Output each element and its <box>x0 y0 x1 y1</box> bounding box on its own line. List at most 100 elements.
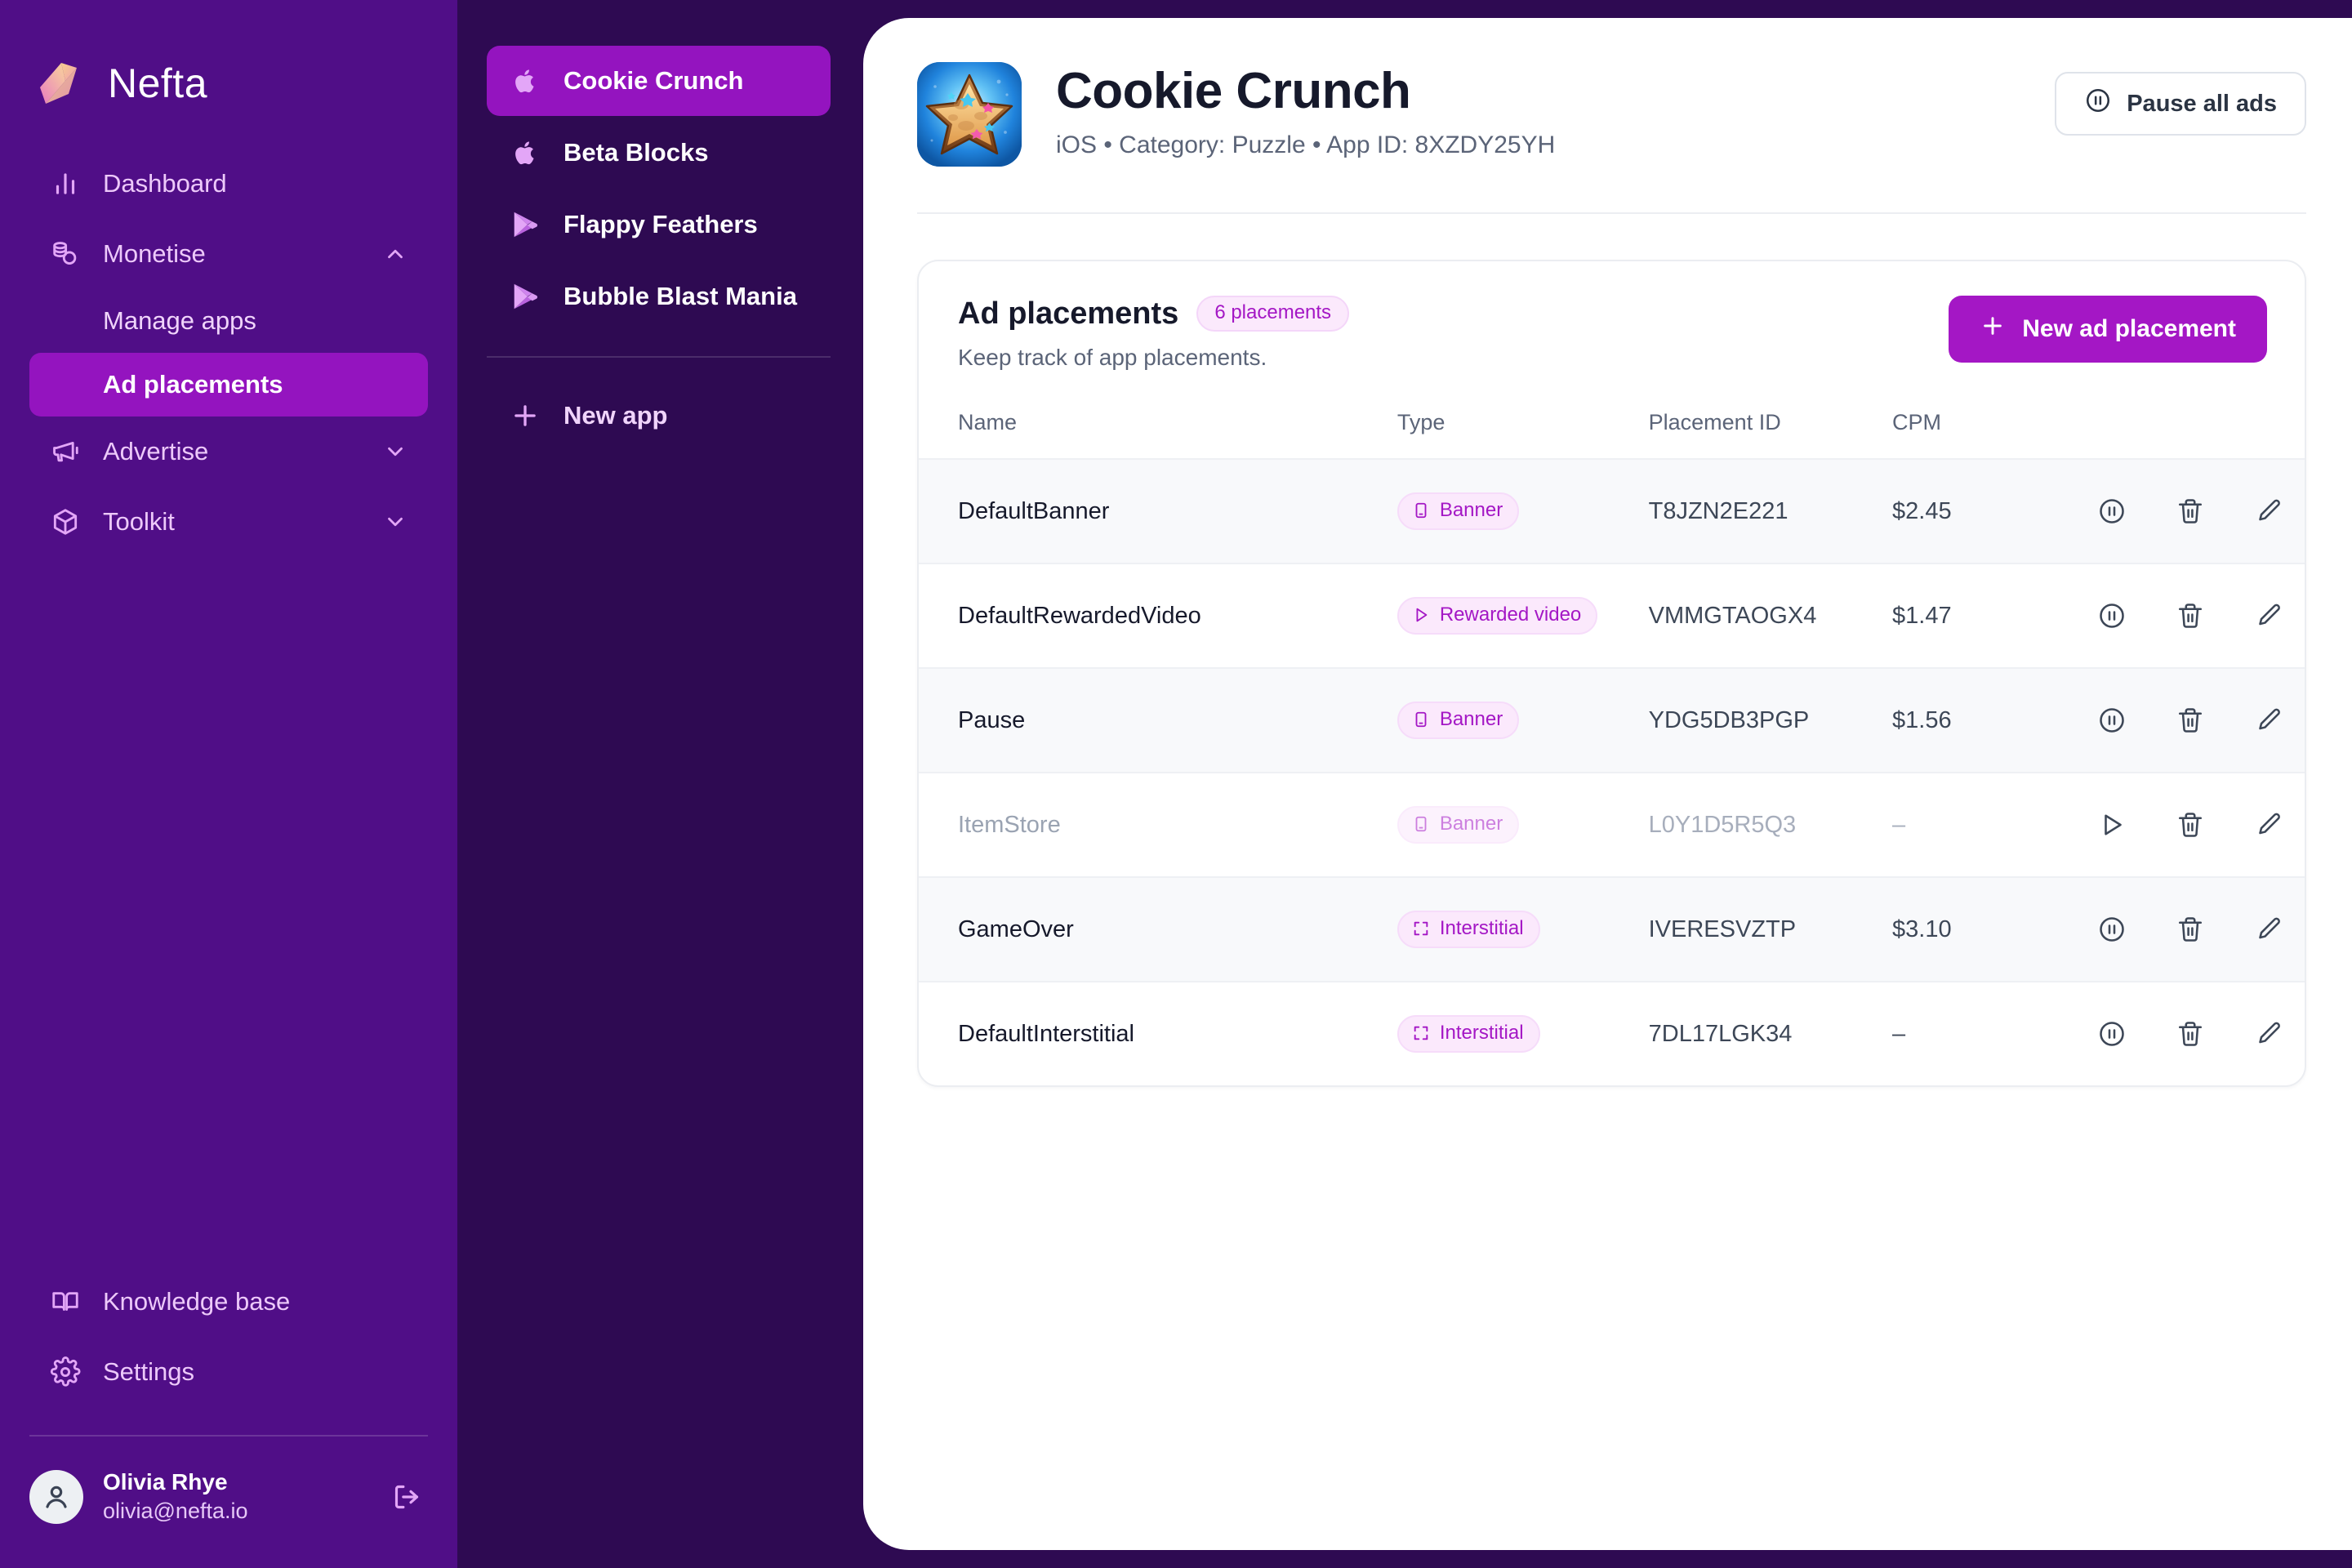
cell-name: GameOver <box>958 915 1074 942</box>
new-ad-placement-button[interactable]: New ad placement <box>1949 296 2267 363</box>
type-badge: Interstitial <box>1396 1015 1540 1053</box>
pencil-icon[interactable] <box>2251 598 2287 634</box>
cube-icon <box>49 506 82 538</box>
sidebar-item-toolkit[interactable]: Toolkit <box>29 487 428 557</box>
sidebar-item-ad-placements[interactable]: Ad placements <box>29 353 428 416</box>
header-divider <box>917 212 2306 214</box>
logout-icon[interactable] <box>389 1479 425 1515</box>
trash-icon[interactable] <box>2172 702 2208 738</box>
app-root: Nefta Dashboard Monetise Manage apps Ad … <box>0 0 2352 1568</box>
app-list-item-cookie-crunch[interactable]: Cookie Crunch <box>487 46 831 116</box>
sidebar-item-manage-apps[interactable]: Manage apps <box>29 289 428 353</box>
sidebar-nav: Dashboard Monetise Manage apps Ad placem… <box>0 149 457 557</box>
google-play-icon <box>508 279 542 314</box>
type-badge: Interstitial <box>1396 911 1540 948</box>
main-content: Cookie Crunch iOS • Category: Puzzle • A… <box>863 18 2352 1550</box>
sidebar-item-knowledge-base[interactable]: Knowledge base <box>29 1267 428 1337</box>
row-actions <box>2094 807 2305 843</box>
cell-placement-id: T8JZN2E221 <box>1648 497 1788 524</box>
table-row[interactable]: DefaultInterstitial Interstitial 7DL17LG… <box>919 982 2305 1085</box>
cell-actions <box>2094 982 2305 1085</box>
brand: Nefta <box>0 0 457 121</box>
cell-actions <box>2094 668 2305 773</box>
app-list-divider <box>487 356 831 358</box>
trash-icon[interactable] <box>2172 807 2208 843</box>
pause-all-ads-label: Pause all ads <box>2127 90 2277 117</box>
card-title: Ad placements <box>958 296 1179 331</box>
pause-circle-icon[interactable] <box>2094 598 2130 634</box>
banner-icon <box>1412 815 1430 833</box>
pause-circle-icon[interactable] <box>2094 1016 2130 1052</box>
chevron-down-icon[interactable] <box>382 439 408 465</box>
column-header-name: Name <box>919 399 1397 459</box>
pencil-icon[interactable] <box>2251 911 2287 947</box>
table-row[interactable]: Pause Banner YDG5DB3PGP $1.56 <box>919 668 2305 773</box>
cell-cpm: – <box>1892 1020 1906 1047</box>
banner-icon <box>1412 710 1430 728</box>
app-list-item-flappy-feathers[interactable]: Flappy Feathers <box>487 189 831 260</box>
cell-name: Pause <box>958 706 1026 733</box>
trash-icon[interactable] <box>2172 911 2208 947</box>
table-row[interactable]: GameOver Interstitial IVERESVZTP $3.10 <box>919 877 2305 982</box>
pencil-icon[interactable] <box>2251 1016 2287 1052</box>
chevron-down-icon[interactable] <box>382 509 408 535</box>
app-list-panel: Cookie Crunch Beta Blocks Flappy Feather… <box>457 0 863 1568</box>
type-badge-label: Banner <box>1439 499 1503 521</box>
page-header-text: Cookie Crunch iOS • Category: Puzzle • A… <box>1056 59 1555 159</box>
banner-icon <box>1412 501 1430 519</box>
pencil-icon[interactable] <box>2251 807 2287 843</box>
interstitial-icon <box>1412 920 1430 938</box>
sidebar-item-monetise[interactable]: Monetise <box>29 219 428 289</box>
user-name: Olivia Rhye <box>103 1469 228 1494</box>
app-list-item-beta-blocks[interactable]: Beta Blocks <box>487 118 831 188</box>
pause-circle-icon[interactable] <box>2094 493 2130 529</box>
google-play-icon <box>508 207 542 242</box>
cell-name: DefaultRewardedVideo <box>958 602 1201 629</box>
cell-type: Interstitial <box>1396 982 1649 1085</box>
table-row[interactable]: ItemStore Banner L0Y1D5R5Q3 – <box>919 773 2305 877</box>
sidebar-item-settings[interactable]: Settings <box>29 1337 428 1407</box>
sidebar-item-label: Advertise <box>103 437 209 466</box>
sidebar-item-dashboard[interactable]: Dashboard <box>29 149 428 219</box>
user-meta: Olivia Rhye olivia@nefta.io <box>103 1469 369 1524</box>
pencil-icon[interactable] <box>2251 702 2287 738</box>
book-open-icon <box>49 1285 82 1318</box>
type-badge: Banner <box>1396 492 1520 530</box>
pencil-icon[interactable] <box>2251 493 2287 529</box>
coins-icon <box>49 238 82 270</box>
column-header-actions <box>2094 399 2305 459</box>
page-subtitle: iOS • Category: Puzzle • App ID: 8XZDY25… <box>1056 131 1556 159</box>
cell-cpm: – <box>1892 811 1906 838</box>
table-row[interactable]: DefaultBanner Banner T8JZN2E221 $2.45 <box>919 459 2305 564</box>
column-header-cpm: CPM <box>1892 399 2094 459</box>
placements-count-badge: 6 placements <box>1196 296 1350 332</box>
table-row[interactable]: DefaultRewardedVideo Rewarded video VMMG… <box>919 564 2305 668</box>
user-email: olivia@nefta.io <box>103 1499 248 1523</box>
trash-icon[interactable] <box>2172 1016 2208 1052</box>
cell-placement-id: YDG5DB3PGP <box>1648 706 1810 733</box>
cell-name: DefaultBanner <box>958 497 1110 524</box>
apple-icon <box>508 64 542 98</box>
trash-icon[interactable] <box>2172 598 2208 634</box>
app-list-item-bubble-blast-mania[interactable]: Bubble Blast Mania <box>487 261 831 332</box>
pause-circle-icon[interactable] <box>2094 702 2130 738</box>
trash-icon[interactable] <box>2172 493 2208 529</box>
new-app-label: New app <box>564 401 668 430</box>
chevron-up-icon[interactable] <box>382 241 408 267</box>
cell-actions <box>2094 459 2305 564</box>
table-body: DefaultBanner Banner T8JZN2E221 $2.45 De… <box>919 459 2305 1085</box>
play-icon[interactable] <box>2094 807 2130 843</box>
pause-all-ads-button[interactable]: Pause all ads <box>2055 72 2306 136</box>
row-actions <box>2094 911 2305 947</box>
row-actions <box>2094 702 2305 738</box>
megaphone-icon <box>49 435 82 468</box>
app-list-item-label: Bubble Blast Mania <box>564 282 797 310</box>
user-profile[interactable]: Olivia Rhye olivia@nefta.io <box>0 1437 457 1561</box>
pause-circle-icon[interactable] <box>2094 911 2130 947</box>
sidebar-item-advertise[interactable]: Advertise <box>29 416 428 487</box>
sidebar-bottom-nav: Knowledge base Settings Olivia Rhye oliv… <box>0 1267 457 1568</box>
sidebar-subitem-label: Manage apps <box>103 306 256 335</box>
new-app-button[interactable]: New app <box>487 381 831 451</box>
table-header-row: Name Type Placement ID CPM <box>919 399 2305 459</box>
card-title-row: Ad placements 6 placements <box>958 296 1350 332</box>
